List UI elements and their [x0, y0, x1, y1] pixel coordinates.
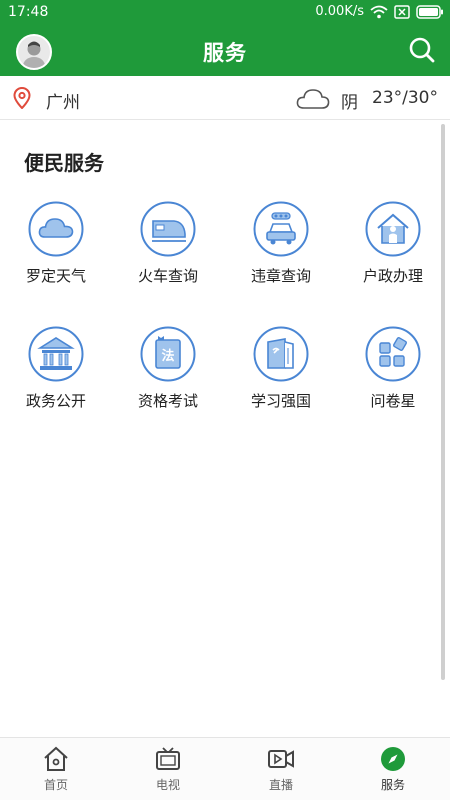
search-button[interactable] [408, 36, 436, 64]
status-bar: 17:48 0.00K/s [0, 0, 450, 26]
service-label: 罗定天气 [25, 267, 86, 285]
house-person-icon [365, 201, 421, 257]
service-label: 问卷星 [370, 392, 416, 410]
svg-text:法: 法 [161, 348, 174, 364]
tv-icon [156, 747, 180, 770]
app-header: 服务 [0, 26, 450, 76]
status-indicators: 0.00K/s [315, 4, 444, 19]
cloud-icon [28, 201, 84, 257]
service-label: 政务公开 [25, 392, 86, 410]
live-video-icon [268, 750, 294, 768]
service-study-strong-nation[interactable]: 学习强国 [225, 326, 337, 411]
grid-squares-icon [365, 326, 421, 382]
service-weather[interactable]: 罗定天气 [0, 201, 112, 286]
car-icon [253, 201, 309, 257]
train-icon [140, 201, 196, 257]
service-label: 违章查询 [250, 267, 311, 285]
law-book-icon: 法 [140, 326, 196, 382]
service-questionnaire-star[interactable]: 问卷星 [337, 326, 449, 411]
service-traffic-violation[interactable]: 违章查询 [225, 201, 337, 286]
service-train[interactable]: 火车查询 [112, 201, 224, 286]
service-qualification-exam[interactable]: 法 资格考试 [112, 326, 224, 411]
wifi-icon [370, 5, 388, 18]
service-label: 火车查询 [137, 267, 198, 285]
network-speed: 0.00K/s [315, 4, 364, 19]
battery-icon [416, 4, 443, 19]
search-icon [409, 37, 435, 63]
section-title: 便民服务 [24, 151, 104, 175]
weather-description: 阴 [341, 93, 358, 113]
location-pin-icon[interactable] [13, 87, 31, 109]
service-household-registration[interactable]: 户政办理 [337, 201, 449, 286]
government-building-icon [28, 326, 84, 382]
sim-disabled-icon [394, 4, 410, 19]
tab-live[interactable]: 直播 [225, 738, 337, 800]
location-weather-bar: 广州 阴 23°/30° [0, 76, 450, 120]
party-book-icon [253, 326, 309, 382]
tab-services[interactable]: 服务 [337, 738, 449, 800]
tab-tv[interactable]: 电视 [112, 738, 224, 800]
service-government-affairs[interactable]: 政务公开 [0, 326, 112, 411]
tab-label: 电视 [155, 778, 180, 792]
service-label: 资格考试 [137, 392, 198, 410]
status-time: 17:48 [8, 4, 49, 20]
cloud-icon [296, 89, 330, 109]
tab-label: 服务 [380, 778, 405, 792]
bottom-tab-bar: 首页 电视 直播 服务 [0, 737, 450, 800]
temperature-range: 23°/30° [372, 88, 438, 108]
service-label: 户政办理 [362, 267, 423, 285]
page-title: 服务 [203, 41, 247, 65]
services-content: 便民服务 罗定天气 火车查询 违章查询 户政办理 政务公开 法 资格考试 学习强… [0, 121, 450, 737]
tab-label: 首页 [43, 778, 68, 792]
home-icon [44, 746, 68, 771]
tab-home[interactable]: 首页 [0, 738, 112, 800]
tab-label: 直播 [268, 778, 293, 792]
service-label: 学习强国 [250, 392, 311, 410]
compass-icon [381, 747, 405, 771]
current-city[interactable]: 广州 [46, 88, 80, 113]
